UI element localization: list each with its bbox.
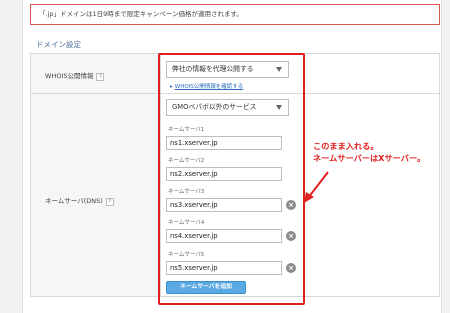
annotation-line-1: このまま入れる。 — [313, 141, 379, 151]
label-column — [31, 54, 161, 296]
help-icon[interactable]: ? — [105, 198, 114, 206]
campaign-notice-text: 「.jp」ドメインは1日9時まで限定キャンペーン価格が適用されます。 — [39, 10, 243, 18]
dns-row-label: ネームサーバ(DNS)? — [45, 195, 114, 206]
whois-row-label: WHOIS公開情報? — [45, 70, 105, 81]
annotation-arrow-icon — [304, 171, 329, 203]
campaign-notice: 「.jp」ドメインは1日9時まで限定キャンペーン価格が適用されます。 — [30, 4, 440, 25]
annotation-line-2: ネームサーバーはXサーバー。 — [313, 153, 426, 163]
highlight-box — [158, 53, 305, 305]
help-icon[interactable]: ? — [96, 73, 105, 81]
whois-label: WHOIS公開情報 — [45, 72, 94, 80]
dns-label: ネームサーバ(DNS) — [45, 197, 103, 205]
section-title: ドメイン設定 — [36, 40, 81, 49]
